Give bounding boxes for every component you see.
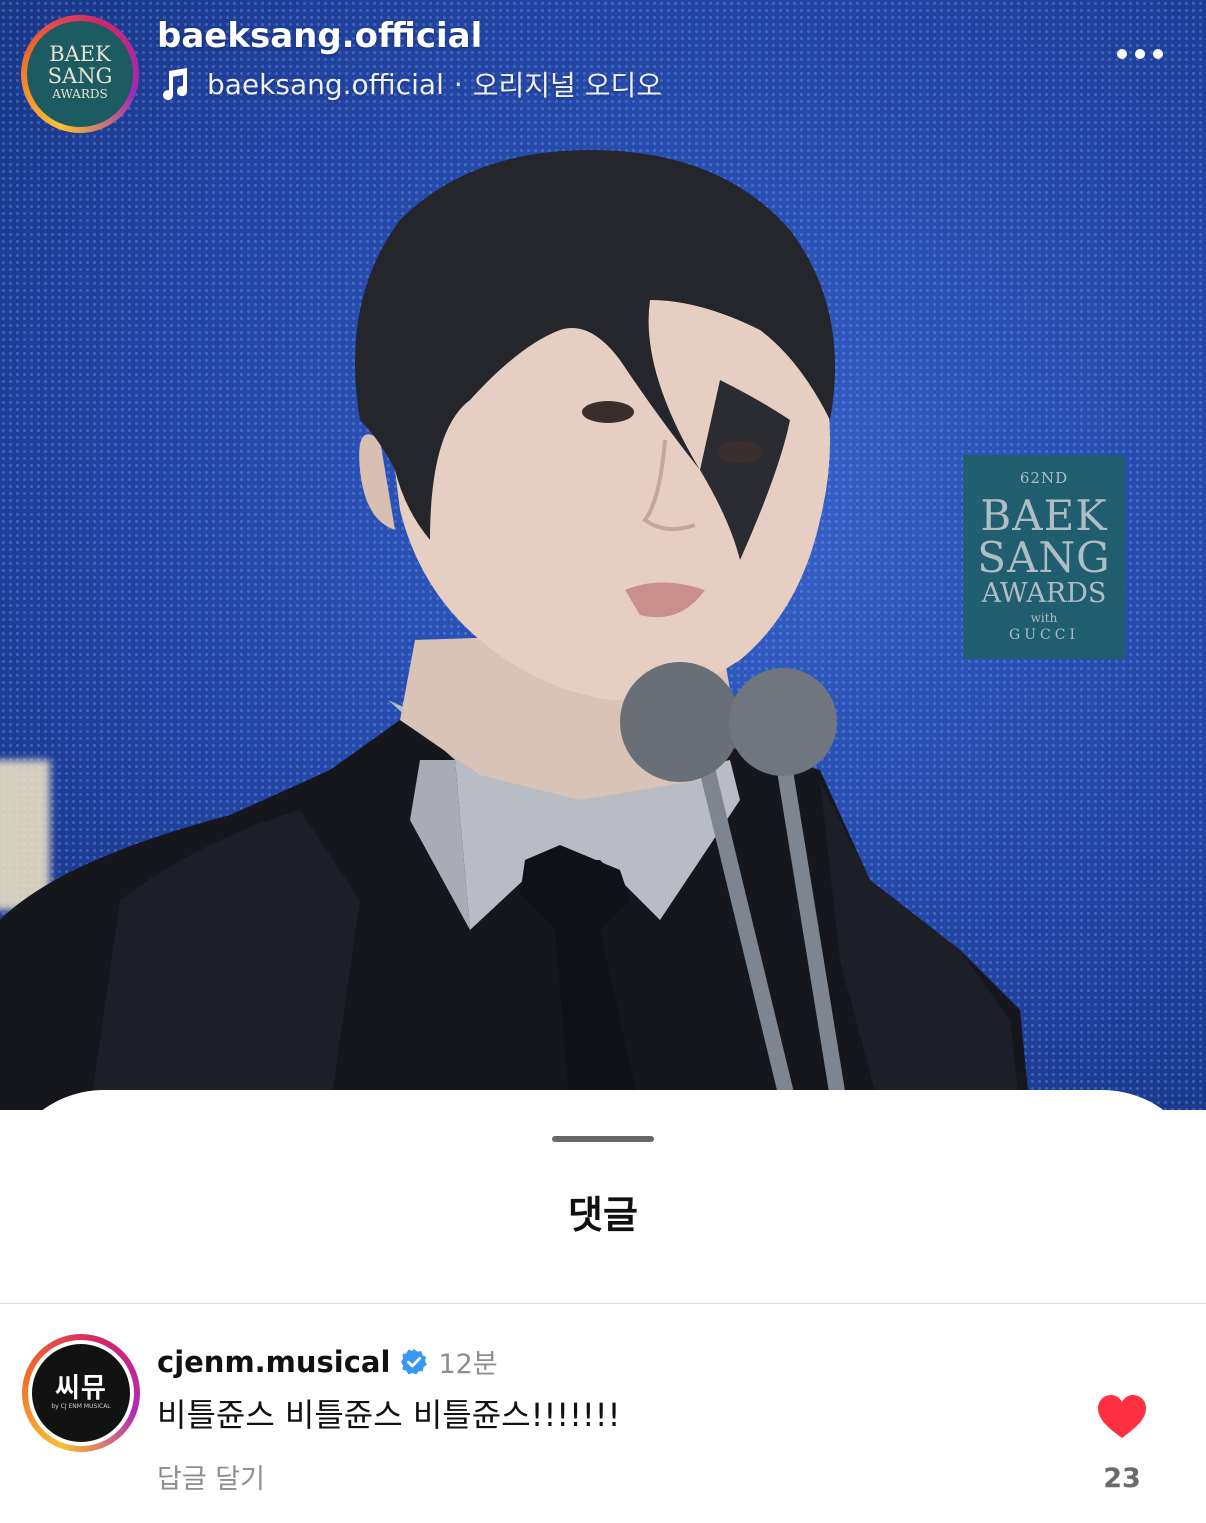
avatar-logo-line1: BAEK xyxy=(49,42,111,66)
commenter-avatar-subtext: by CJ ENM MUSICAL xyxy=(51,1403,111,1410)
sheet-drag-handle[interactable] xyxy=(552,1136,654,1142)
comments-title: 댓글 xyxy=(568,1193,638,1237)
audio-separator: · xyxy=(453,67,463,101)
audio-author: baeksang.official xyxy=(207,67,444,101)
commenter-avatar-text: 씨뮤 xyxy=(55,1373,107,1404)
commenter-avatar-logo: 씨뮤 by CJ ENM MUSICAL xyxy=(32,1344,130,1442)
avatar-logo-line2: SANG xyxy=(47,64,113,88)
avatar-logo-line3: AWARDS xyxy=(52,87,108,101)
audio-label: 오리지널 오디오 xyxy=(472,69,662,102)
more-options-icon[interactable] xyxy=(1114,44,1166,64)
channel-name-link[interactable]: baeksang.official xyxy=(157,16,482,56)
reel-header: BAEK SANG AWARDS baeksang.official baeks… xyxy=(0,0,1206,133)
comments-sheet: 댓글 씨뮤 by CJ ENM MUSICAL cjenm.musical 12… xyxy=(0,1090,1206,1523)
channel-avatar-logo: BAEK SANG AWARDS xyxy=(27,21,133,127)
verified-badge-icon xyxy=(401,1348,428,1374)
comment-text: 비틀쥰스 비틀쥰스 비틀쥰스!!!!!!! xyxy=(157,1396,621,1434)
channel-avatar[interactable]: BAEK SANG AWARDS xyxy=(21,15,139,133)
comment-time: 12분 xyxy=(438,1349,498,1380)
heart-icon[interactable] xyxy=(1097,1394,1147,1440)
comment-meta: cjenm.musical 12분 xyxy=(157,1342,498,1381)
commenter-avatar[interactable]: 씨뮤 by CJ ENM MUSICAL xyxy=(22,1334,140,1452)
like-count: 23 xyxy=(1103,1463,1141,1494)
reel-video[interactable]: 62ND BAEK SANG AWARDS with GUCCI xyxy=(0,0,1206,1110)
reply-button[interactable]: 답글 달기 xyxy=(157,1457,265,1496)
comment-item: 씨뮤 by CJ ENM MUSICAL cjenm.musical 12분 비… xyxy=(0,1304,1206,1523)
commenter-username[interactable]: cjenm.musical xyxy=(157,1345,390,1379)
music-note-icon xyxy=(163,68,188,101)
audio-info-link[interactable]: baeksang.official · 오리지널 오디오 xyxy=(157,64,662,104)
speaker-figure xyxy=(0,150,1030,1110)
